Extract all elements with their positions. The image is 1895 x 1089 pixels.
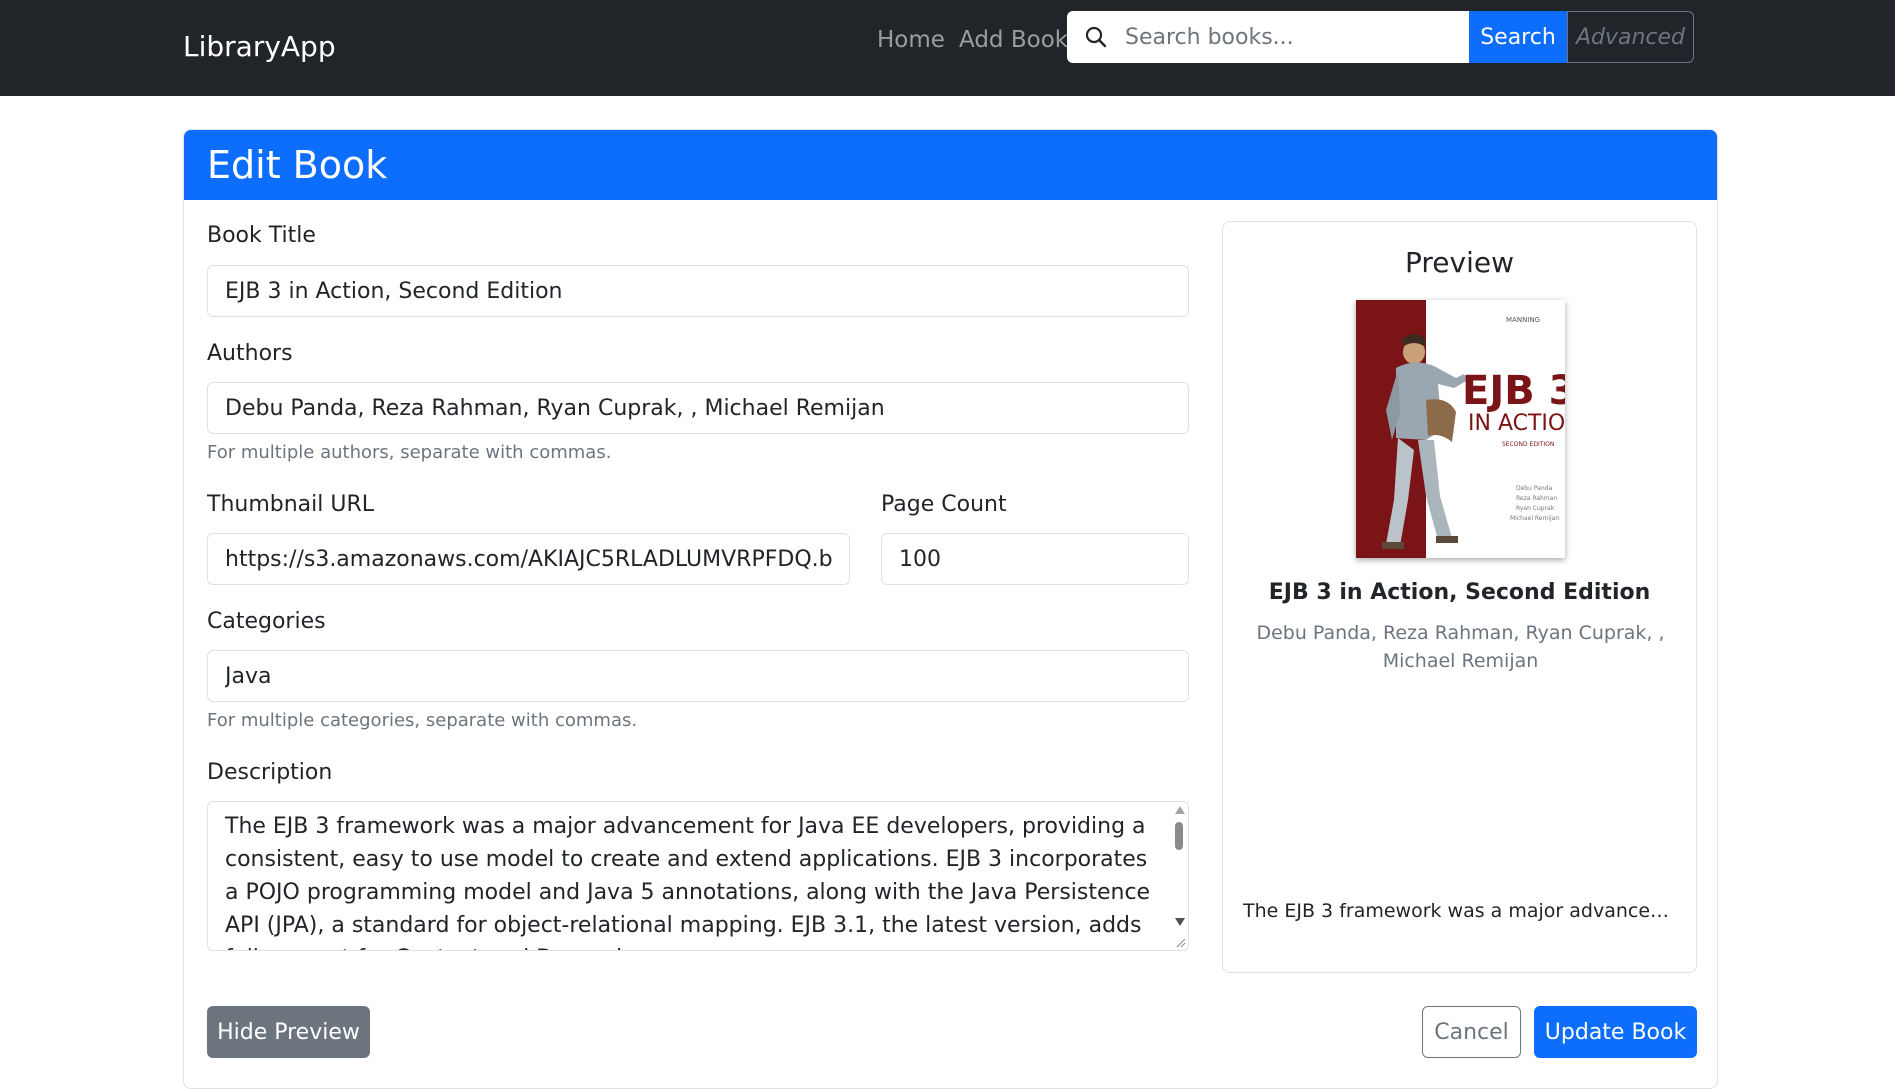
thumbnail-url-label: Thumbnail URL xyxy=(207,492,375,517)
page-count-label: Page Count xyxy=(881,492,1007,517)
cover-author-1: Debu Panda xyxy=(1516,485,1552,492)
thumbnail-url-input[interactable] xyxy=(207,533,850,585)
scroll-up-arrow-icon[interactable] xyxy=(1175,806,1185,814)
cancel-button[interactable]: Cancel xyxy=(1422,1006,1521,1058)
cover-title-line2: IN ACTION xyxy=(1468,411,1565,436)
page-title: Edit Book xyxy=(207,143,388,187)
book-cover-thumbnail: MANNING EJB 3 IN ACTION SECOND EDITION D… xyxy=(1356,300,1565,558)
description-scrollbar[interactable] xyxy=(1171,802,1188,950)
search-button[interactable]: Search xyxy=(1469,11,1567,63)
description-textarea[interactable]: The EJB 3 framework was a major advancem… xyxy=(207,801,1189,951)
cover-title-line1: EJB 3 xyxy=(1462,368,1565,414)
categories-input[interactable] xyxy=(207,650,1189,702)
preview-panel: Preview MANNING EJB 3 xyxy=(1222,221,1697,973)
brand-logo[interactable]: LibraryApp xyxy=(183,30,336,63)
preview-book-authors: Debu Panda, Reza Rahman, Ryan Cuprak, , … xyxy=(1256,622,1665,672)
hide-preview-button[interactable]: Hide Preview xyxy=(207,1006,370,1058)
authors-help-text: For multiple authors, separate with comm… xyxy=(207,442,612,463)
cover-author-2: Reza Rahman xyxy=(1516,495,1557,502)
resize-grip-icon[interactable] xyxy=(1174,936,1186,948)
categories-help-text: For multiple categories, separate with c… xyxy=(207,710,638,731)
cover-publisher: MANNING xyxy=(1506,316,1540,324)
categories-label: Categories xyxy=(207,609,326,634)
page-count-input[interactable] xyxy=(881,533,1189,585)
authors-input[interactable] xyxy=(207,382,1189,434)
scroll-thumb[interactable] xyxy=(1175,822,1183,850)
nav-link-home[interactable]: Home xyxy=(877,25,945,55)
cover-author-4: Michael Remijan xyxy=(1510,515,1559,522)
description-label: Description xyxy=(207,760,333,785)
scroll-down-arrow-icon[interactable] xyxy=(1175,918,1185,926)
navbar: LibraryApp Home Add Book Search Advanced xyxy=(0,0,1895,96)
advanced-search-button[interactable]: Advanced xyxy=(1567,11,1694,63)
nav-link-add-book[interactable]: Add Book xyxy=(959,25,1068,55)
card-header: Edit Book xyxy=(184,130,1717,200)
authors-label: Authors xyxy=(207,341,293,366)
preview-heading: Preview xyxy=(1405,246,1514,279)
description-text: The EJB 3 framework was a major advancem… xyxy=(225,814,1151,950)
edit-book-card: Edit Book Book Title Authors For multipl… xyxy=(183,129,1718,1089)
preview-book-description: The EJB 3 framework was a major advancem… xyxy=(1243,900,1678,922)
search-input[interactable] xyxy=(1125,11,1469,63)
book-title-input[interactable] xyxy=(207,265,1189,317)
cover-edition: SECOND EDITION xyxy=(1502,441,1554,448)
book-title-label: Book Title xyxy=(207,223,316,248)
update-book-button[interactable]: Update Book xyxy=(1534,1006,1697,1058)
search-group: Search Advanced xyxy=(1067,11,1694,63)
preview-book-title: EJB 3 in Action, Second Edition xyxy=(1268,580,1651,605)
cover-author-3: Ryan Cuprak xyxy=(1516,505,1555,512)
search-icon xyxy=(1067,11,1125,63)
